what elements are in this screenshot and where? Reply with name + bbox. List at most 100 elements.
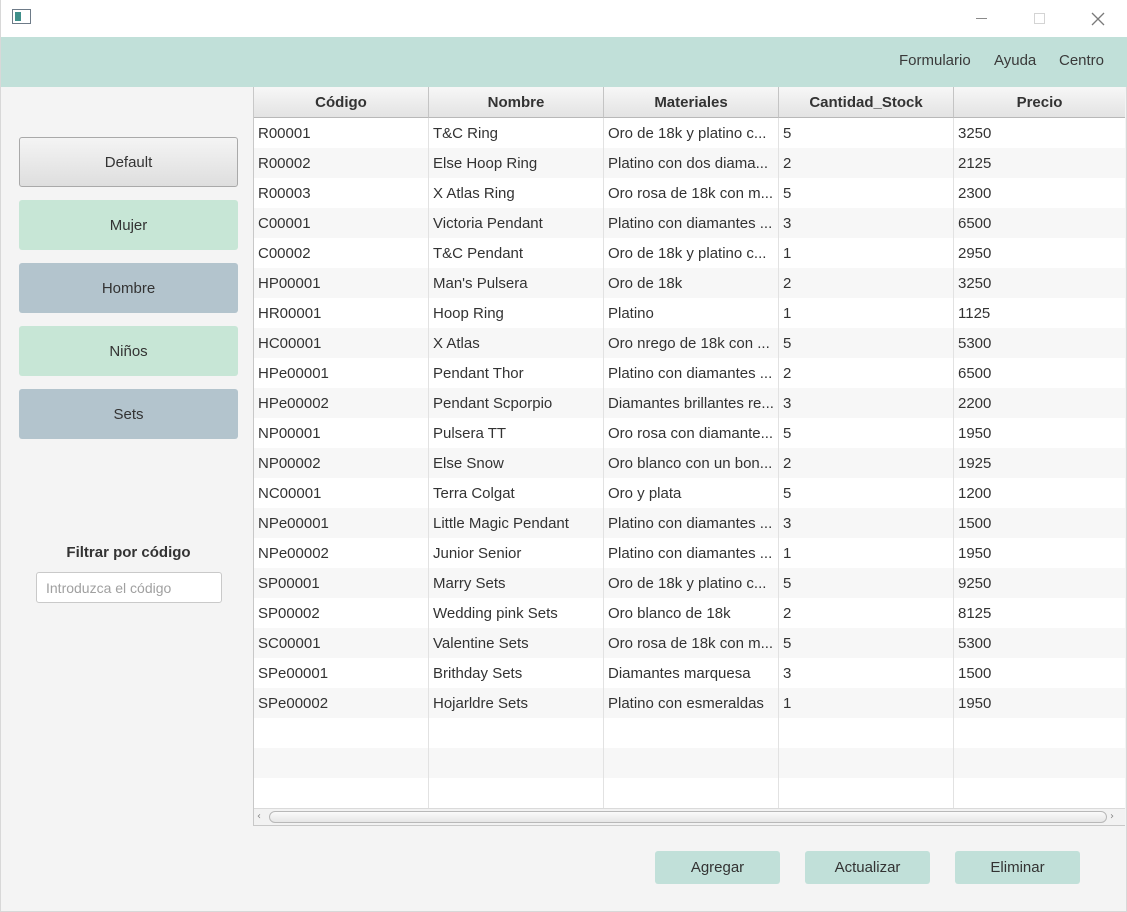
table-row[interactable] xyxy=(254,748,1125,778)
table-cell xyxy=(604,748,779,778)
table-row[interactable]: NP00002 Else Snow Oro blanco con un bon...… xyxy=(254,448,1125,478)
table-row[interactable]: NPe00001 Little Magic Pendant Platino con … xyxy=(254,508,1125,538)
table-cell: R00002 xyxy=(254,148,429,178)
menu-formulario[interactable]: Formulario xyxy=(899,52,971,69)
table-cell: C00002 xyxy=(254,238,429,268)
column-header[interactable]: Código xyxy=(254,87,429,118)
close-button[interactable] xyxy=(1069,0,1127,37)
table-row[interactable]: HPe00001 Pendant Thor Platino con diamante… xyxy=(254,358,1125,388)
code-filter-input[interactable] xyxy=(36,572,222,603)
table-cell: T&C Pendant xyxy=(429,238,604,268)
table-row[interactable]: SP00002 Wedding pink Sets Oro blanco de 18… xyxy=(254,598,1125,628)
table-row[interactable] xyxy=(254,718,1125,748)
add-button[interactable]: Agregar xyxy=(655,851,780,884)
table-cell xyxy=(254,748,429,778)
mujer-button[interactable]: Mujer xyxy=(19,200,238,250)
column-header[interactable]: Nombre xyxy=(429,87,604,118)
table-cell xyxy=(429,778,604,808)
table-cell: 1925 xyxy=(954,448,1125,478)
table-cell: 5 xyxy=(779,478,954,508)
table-row[interactable]: C00002 T&C Pendant Oro de 18k y platino c.… xyxy=(254,238,1125,268)
column-header[interactable]: Cantidad_Stock xyxy=(779,87,954,118)
table-row[interactable]: C00001 Victoria Pendant Platino con diaman… xyxy=(254,208,1125,238)
scroll-left-icon[interactable]: ‹ xyxy=(257,812,267,822)
table-cell: 5 xyxy=(779,628,954,658)
table-cell: Platino con esmeraldas xyxy=(604,688,779,718)
column-header[interactable]: Materiales xyxy=(604,87,779,118)
table-cell: Diamantes marquesa xyxy=(604,658,779,688)
table-cell: 5 xyxy=(779,118,954,148)
table-cell: 2 xyxy=(779,448,954,478)
horizontal-scrollbar[interactable]: ‹ › xyxy=(254,808,1125,825)
table-cell xyxy=(779,718,954,748)
table-body: R00001 T&C Ring Oro de 18k y platino c... 5… xyxy=(254,118,1125,808)
table-cell xyxy=(254,778,429,808)
table-cell xyxy=(604,778,779,808)
table-row[interactable]: HP00001 Man's Pulsera Oro de 18k 2 3250 xyxy=(254,268,1125,298)
table-cell: 2300 xyxy=(954,178,1125,208)
app-window: Formulario Ayuda Centro Default Mujer Ho… xyxy=(0,0,1127,912)
scroll-right-icon[interactable]: › xyxy=(1110,812,1120,822)
table-row[interactable]: HR00001 Hoop Ring Platino 1 1125 xyxy=(254,298,1125,328)
table-row[interactable]: R00001 T&C Ring Oro de 18k y platino c... 5… xyxy=(254,118,1125,148)
table-cell: 3 xyxy=(779,388,954,418)
table-cell: R00003 xyxy=(254,178,429,208)
hombre-button[interactable]: Hombre xyxy=(19,263,238,313)
table-cell: Pendant Thor xyxy=(429,358,604,388)
table-row[interactable]: SPe00002 Hojarldre Sets Platino con esmera… xyxy=(254,688,1125,718)
table-header: Código Nombre Materiales Cantidad_Stock Prec… xyxy=(254,87,1125,118)
table-row[interactable]: SC00001 Valentine Sets Oro rosa de 18k con… xyxy=(254,628,1125,658)
table-cell: Victoria Pendant xyxy=(429,208,604,238)
table-row[interactable]: HPe00002 Pendant Scporpio Diamantes brilla… xyxy=(254,388,1125,418)
scrollbar-thumb[interactable] xyxy=(269,811,1107,823)
table-row[interactable]: R00003 X Atlas Ring Oro rosa de 18k con m.… xyxy=(254,178,1125,208)
sets-button[interactable]: Sets xyxy=(19,389,238,439)
table-cell: SC00001 xyxy=(254,628,429,658)
table-cell: 3 xyxy=(779,208,954,238)
table-cell: 2 xyxy=(779,598,954,628)
table-cell: 1950 xyxy=(954,688,1125,718)
table-row[interactable]: SP00001 Marry Sets Oro de 18k y platino c.… xyxy=(254,568,1125,598)
table-cell: 1200 xyxy=(954,478,1125,508)
table-row[interactable]: NPe00002 Junior Senior Platino con diamant… xyxy=(254,538,1125,568)
table-cell: NPe00002 xyxy=(254,538,429,568)
table-row[interactable]: SPe00001 Brithday Sets Diamantes marquesa 3… xyxy=(254,658,1125,688)
table-cell: 8125 xyxy=(954,598,1125,628)
table-cell: Oro rosa de 18k con m... xyxy=(604,178,779,208)
ninos-button[interactable]: Niños xyxy=(19,326,238,376)
table-cell: Oro blanco con un bon... xyxy=(604,448,779,478)
table-cell: 1125 xyxy=(954,298,1125,328)
default-button[interactable]: Default xyxy=(19,137,238,187)
products-table[interactable]: Código Nombre Materiales Cantidad_Stock Prec… xyxy=(253,87,1125,826)
table-row[interactable] xyxy=(254,778,1125,808)
table-cell: Marry Sets xyxy=(429,568,604,598)
table-cell: Valentine Sets xyxy=(429,628,604,658)
table-cell: 5 xyxy=(779,568,954,598)
table-cell: 3 xyxy=(779,508,954,538)
maximize-button[interactable] xyxy=(1010,0,1068,37)
table-cell: 2125 xyxy=(954,148,1125,178)
minimize-button[interactable] xyxy=(952,0,1010,37)
table-cell: Platino con diamantes ... xyxy=(604,538,779,568)
table-cell: 1950 xyxy=(954,538,1125,568)
delete-button[interactable]: Eliminar xyxy=(955,851,1080,884)
table-cell: X Atlas xyxy=(429,328,604,358)
table-cell: 2 xyxy=(779,148,954,178)
table-cell: Oro blanco de 18k xyxy=(604,598,779,628)
table-row[interactable]: HC00001 X Atlas Oro nrego de 18k con ... 5 5… xyxy=(254,328,1125,358)
table-cell: Oro rosa de 18k con m... xyxy=(604,628,779,658)
table-cell: Pulsera TT xyxy=(429,418,604,448)
menu-centro[interactable]: Centro xyxy=(1059,52,1104,69)
table-cell: SPe00001 xyxy=(254,658,429,688)
table-row[interactable]: NC00001 Terra Colgat Oro y plata 5 1200 xyxy=(254,478,1125,508)
table-cell: 5 xyxy=(779,328,954,358)
table-cell: Platino xyxy=(604,298,779,328)
table-cell: Pendant Scporpio xyxy=(429,388,604,418)
menu-ayuda[interactable]: Ayuda xyxy=(994,52,1036,69)
table-row[interactable]: R00002 Else Hoop Ring Platino con dos diam… xyxy=(254,148,1125,178)
table-row[interactable]: NP00001 Pulsera TT Oro rosa con diamante..… xyxy=(254,418,1125,448)
table-cell: 5300 xyxy=(954,328,1125,358)
update-button[interactable]: Actualizar xyxy=(805,851,930,884)
column-header[interactable]: Precio xyxy=(954,87,1125,118)
table-cell: Junior Senior xyxy=(429,538,604,568)
